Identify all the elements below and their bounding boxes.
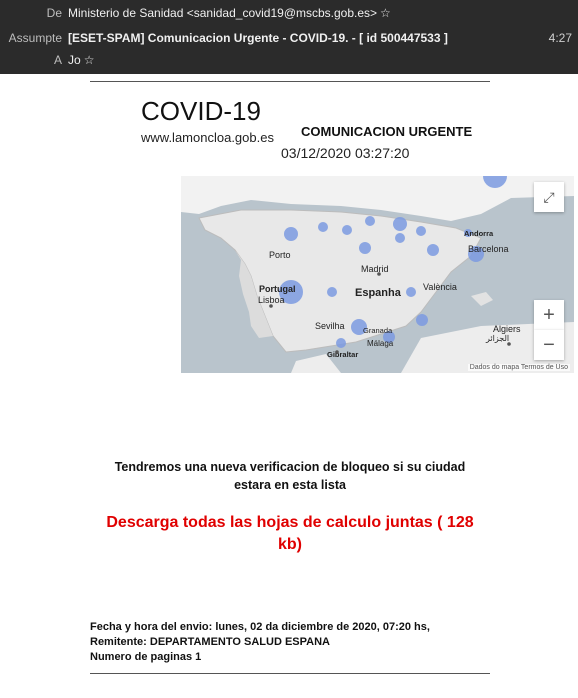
case-marker — [416, 314, 428, 326]
case-marker — [318, 222, 328, 232]
fullscreen-button[interactable]: ⤢ — [534, 182, 564, 212]
timestamp: 4:27 — [548, 31, 572, 45]
map-label-gibraltar: Gibraltar — [327, 350, 358, 359]
case-marker — [336, 338, 346, 348]
from-row: De Ministerio de Sanidad <sanidad_covid1… — [0, 6, 578, 26]
from-value[interactable]: Ministerio de Sanidad <sanidad_covid19@m… — [68, 6, 391, 20]
subject-label: Assumpte — [8, 31, 62, 45]
map-label-valencia: València — [423, 282, 457, 292]
verification-message: Tendremos una nueva verificacion de bloq… — [114, 460, 466, 492]
site-url: www.lamoncloa.gob.es — [141, 130, 274, 145]
map-label-portugal: Portugal — [259, 284, 296, 294]
map-label-lisboa: Lisboa — [258, 295, 285, 305]
map-label-andorra: Andorra — [464, 229, 494, 238]
map-label-sevilha: Sevilha — [315, 321, 345, 331]
email-title: COVID-19 — [141, 96, 261, 126]
download-link[interactable]: Descarga todas las hojas de calculo junt… — [98, 512, 482, 556]
map-label-algiers: Algiers — [493, 324, 521, 334]
map-label-porto: Porto — [269, 250, 291, 260]
expand-icon: ⤢ — [543, 188, 555, 205]
city-dot — [269, 304, 273, 308]
case-marker — [365, 216, 375, 226]
map-label-barcelona: Barcelona — [468, 244, 509, 254]
from-address[interactable]: Ministerio de Sanidad <sanidad_covid19@m… — [68, 6, 377, 20]
urgent-heading: COMUNICACION URGENTE — [301, 124, 473, 139]
city-dot — [377, 272, 381, 276]
map-attribution[interactable]: Dados do mapa Termos de Uso — [467, 364, 570, 371]
map-label-malaga: Málaga — [367, 339, 394, 348]
page-count-line: Numero de paginas 1 — [90, 651, 202, 663]
case-marker — [359, 242, 371, 254]
map-svg: Andorra Barcelona Porto Madrid Portugal … — [181, 176, 574, 373]
email-body: COVID-19 www.lamoncloa.gob.es COMUNICACI… — [0, 74, 578, 698]
to-row: A Jo ☆ — [0, 53, 578, 73]
send-date-line: Fecha y hora del envio: lunes, 02 da dic… — [90, 621, 430, 633]
map-label-granada: Granada — [363, 326, 393, 335]
case-marker — [342, 225, 352, 235]
case-marker — [427, 244, 439, 256]
map-label-algiers-ar: الجزائر — [485, 334, 509, 343]
sender-line: Remitente: DEPARTAMENTO SALUD ESPANA — [90, 636, 330, 648]
city-dot — [335, 350, 339, 354]
case-marker — [327, 287, 337, 297]
subject-row: Assumpte [ESET-SPAM] Comunicacion Urgent… — [0, 31, 578, 51]
zoom-out-button[interactable]: − — [534, 330, 564, 360]
subject-value: [ESET-SPAM] Comunicacion Urgente - COVID… — [68, 31, 448, 45]
divider-bottom — [90, 673, 490, 674]
case-marker — [284, 227, 298, 241]
zoom-in-button[interactable]: + — [534, 300, 564, 330]
star-icon[interactable]: ☆ — [84, 53, 95, 67]
case-marker — [416, 226, 426, 236]
map-label-madrid: Madrid — [361, 264, 389, 274]
email-header: De Ministerio de Sanidad <sanidad_covid1… — [0, 0, 578, 74]
footer-info: Fecha y hora del envio: lunes, 02 da dic… — [90, 620, 430, 665]
case-marker — [393, 217, 407, 231]
send-datetime: 03/12/2020 03:27:20 — [281, 145, 410, 161]
city-dot — [507, 342, 511, 346]
divider-top — [90, 81, 490, 82]
to-label: A — [53, 53, 62, 67]
from-label: De — [46, 6, 62, 20]
case-marker — [395, 233, 405, 243]
map-image[interactable]: Andorra Barcelona Porto Madrid Portugal … — [181, 176, 574, 373]
map-label-espanha: Espanha — [355, 287, 402, 299]
to-value[interactable]: Jo ☆ — [68, 53, 94, 67]
star-icon[interactable]: ☆ — [380, 6, 391, 20]
case-marker — [406, 287, 416, 297]
recipient[interactable]: Jo — [68, 53, 81, 67]
